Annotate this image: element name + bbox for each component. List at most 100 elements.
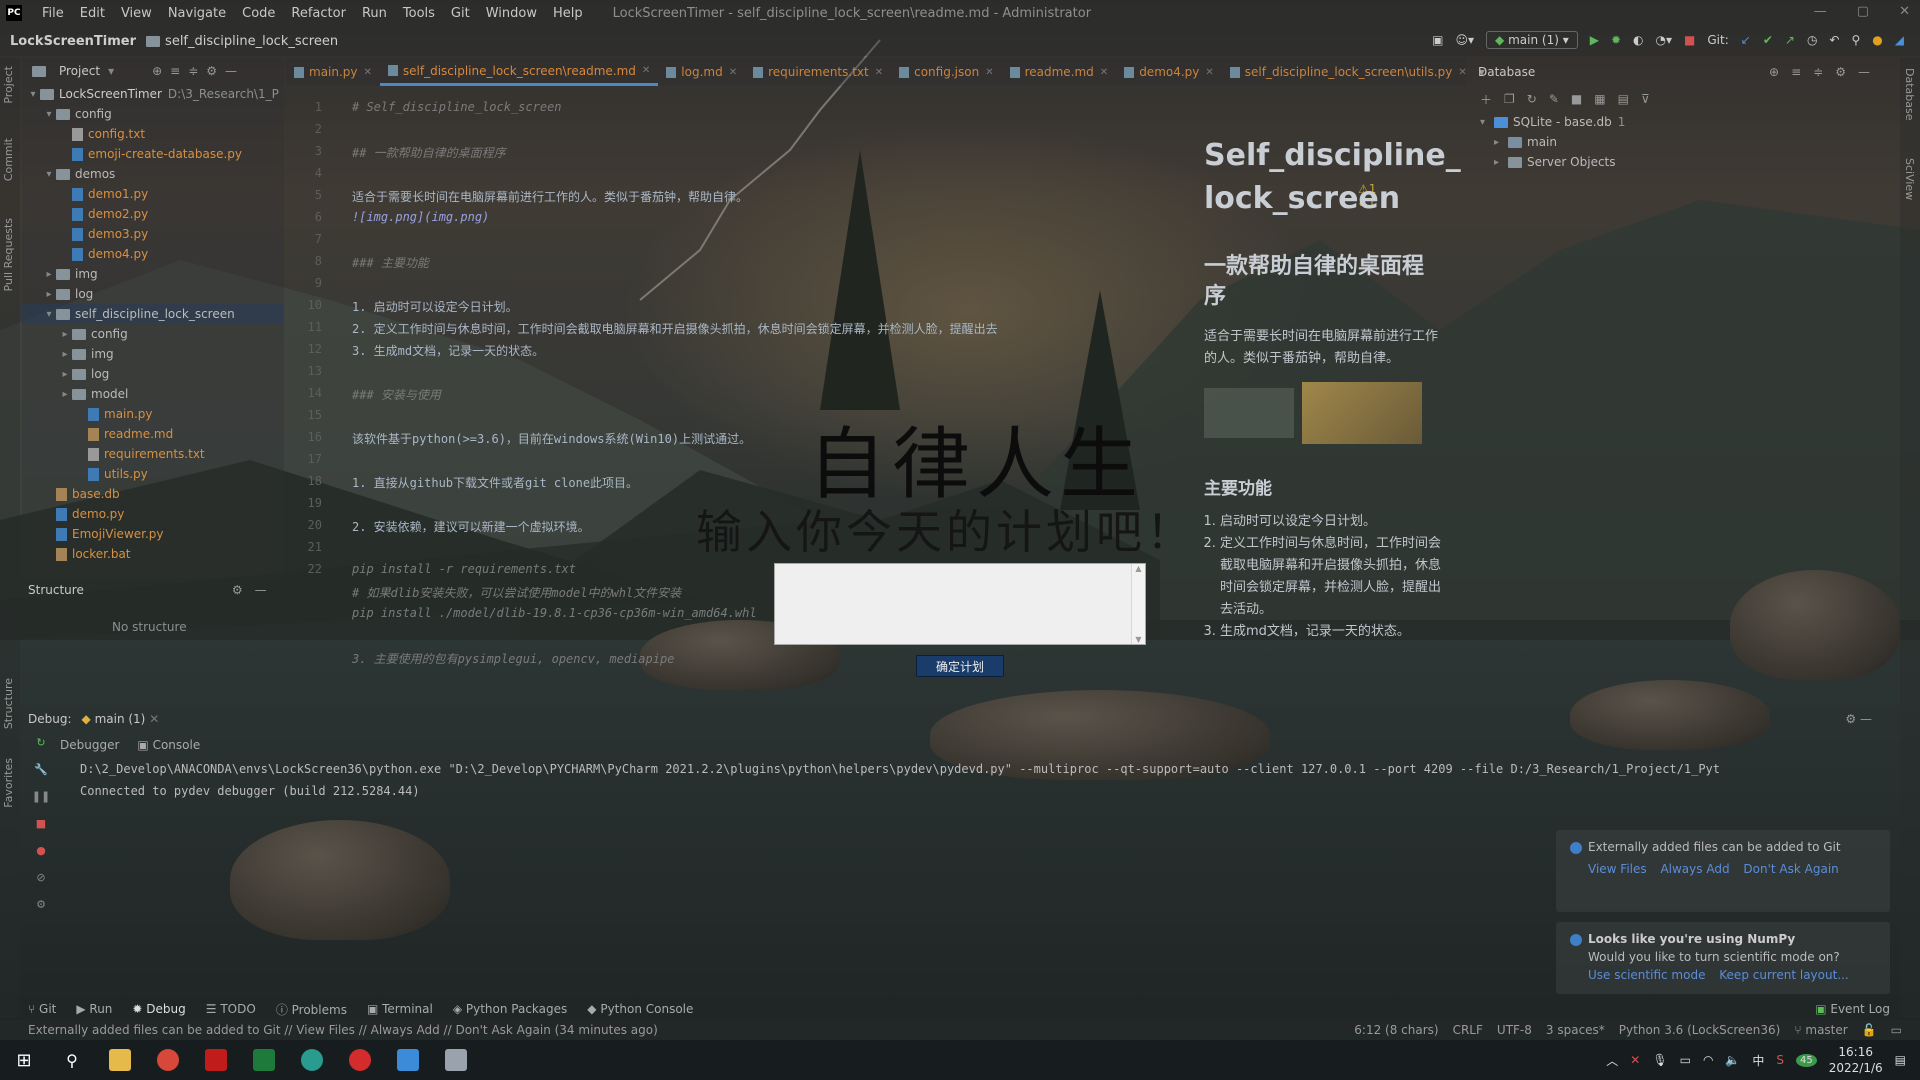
plan-input[interactable]: ▲ ▼ (774, 563, 1146, 645)
close-tab-icon[interactable]: ✕ (1100, 67, 1108, 78)
memory-icon[interactable]: ▭ (1891, 1023, 1902, 1037)
scroll-down-icon[interactable]: ▼ (1135, 635, 1141, 644)
scroll-up-icon[interactable]: ▲ (1135, 564, 1141, 573)
plan-input-scrollbar[interactable]: ▲ ▼ (1131, 564, 1145, 644)
tab-todo[interactable]: ☰ TODO (206, 1002, 256, 1016)
qq-icon[interactable] (384, 1040, 432, 1080)
hide-icon[interactable]: — (225, 64, 237, 78)
editor-tab[interactable]: readme.md ✕ (1002, 58, 1117, 86)
user-icon[interactable]: ☺▾ (1456, 33, 1475, 47)
menu-file[interactable]: File (36, 6, 70, 21)
chrome-icon[interactable] (144, 1040, 192, 1080)
add-icon[interactable]: ＋ (1480, 91, 1492, 108)
tree-item[interactable]: demo4.py (22, 244, 284, 264)
close-tab-icon[interactable]: ✕ (875, 67, 883, 78)
clock[interactable]: 16:16 2022/1/6 (1829, 1044, 1883, 1076)
commit-tool-tab[interactable]: Commit (2, 138, 15, 181)
menu-git[interactable]: Git (445, 6, 476, 21)
tab-debug[interactable]: ✹ Debug (132, 1002, 185, 1016)
history-icon[interactable]: ◷ (1807, 33, 1817, 47)
tab-debugger[interactable]: Debugger (60, 738, 119, 752)
editor-tab[interactable]: demo4.py ✕ (1116, 58, 1222, 86)
tree-item[interactable]: base.db (22, 484, 284, 504)
coverage-icon[interactable]: ◐ (1633, 33, 1643, 47)
editor-tab[interactable]: requirements.txt ✕ (745, 58, 891, 86)
menu-code[interactable]: Code (236, 6, 281, 21)
tree-item[interactable]: ▸ log (22, 364, 284, 384)
refresh-icon[interactable]: ↻ (1527, 92, 1537, 106)
filter-icon[interactable]: ⊽ (1641, 92, 1650, 106)
tab-problems[interactable]: ⓘ Problems (276, 1001, 347, 1018)
close-tab-icon[interactable]: ✕ (1205, 67, 1213, 78)
microphone-icon[interactable]: 🎙 (1652, 1053, 1667, 1067)
file-encoding[interactable]: UTF-8 (1497, 1023, 1532, 1037)
rollback-icon[interactable]: ↶ (1829, 33, 1839, 47)
tab-run[interactable]: ▶ Run (76, 1002, 112, 1016)
tree-item[interactable]: emoji-create-database.py (22, 144, 284, 164)
table-icon[interactable]: ▦ (1594, 92, 1605, 106)
notification-badge[interactable]: 45 (1796, 1053, 1817, 1067)
run-icon[interactable]: ▶ (1590, 33, 1599, 47)
close-tab-icon[interactable]: ✕ (642, 65, 650, 76)
menu-help[interactable]: Help (547, 6, 589, 21)
editor-tab[interactable]: self_discipline_lock_screen\readme.md ✕ (379, 58, 659, 86)
app-window-icon[interactable] (432, 1040, 480, 1080)
collapse-all-icon[interactable]: ≑ (1813, 65, 1823, 79)
tab-python-console[interactable]: ◆ Python Console (587, 1002, 693, 1016)
breadcrumb-project[interactable]: LockScreenTimer (10, 34, 136, 49)
search-icon[interactable]: ⚲ (1851, 33, 1860, 47)
editor-tab[interactable]: self_discipline_lock_screen\utils.py ✕ (1222, 58, 1475, 86)
hide-icon[interactable]: — (255, 583, 267, 597)
tree-item[interactable]: requirements.txt (22, 444, 284, 464)
git-commit-icon[interactable]: ✔ (1763, 33, 1773, 47)
tab-git[interactable]: ⑂ Git (28, 1002, 56, 1016)
rerun-icon[interactable]: ↻ (36, 736, 45, 749)
database-row[interactable]: ▸ main (1468, 132, 1898, 152)
event-log-button[interactable]: ▣ Event Log (1815, 1002, 1890, 1016)
tree-item[interactable]: ▾ config (22, 104, 284, 124)
wifi-icon[interactable]: ◠ (1703, 1053, 1713, 1067)
chevron-right-icon[interactable]: ▸ (1494, 157, 1508, 168)
gear-icon[interactable]: ⚙ — (1845, 712, 1872, 726)
project-panel-title[interactable]: Project (59, 64, 100, 78)
minimize-icon[interactable]: — (1814, 4, 1827, 19)
chevron-down-icon[interactable]: ▾ (108, 64, 114, 78)
tree-root[interactable]: ▾ LockScreenTimer D:\3_Research\1_P (22, 84, 284, 104)
security-icon[interactable]: ✕ (1630, 1053, 1640, 1067)
menu-run[interactable]: Run (356, 6, 393, 21)
browser-icon[interactable] (288, 1040, 336, 1080)
tree-item[interactable]: EmojiViewer.py (22, 524, 284, 544)
chevron-down-icon[interactable]: ▾ (26, 89, 40, 100)
globe-icon[interactable]: ⊕ (1769, 65, 1779, 79)
chevron-right-icon[interactable]: ▸ (58, 369, 72, 380)
menu-tools[interactable]: Tools (397, 6, 441, 21)
tree-item[interactable]: ▸ log (22, 284, 284, 304)
tree-item[interactable]: locker.bat (22, 544, 284, 564)
chevron-up-icon[interactable]: ︿ (1606, 1052, 1618, 1069)
menu-navigate[interactable]: Navigate (162, 6, 232, 21)
tree-item[interactable]: ▾ self_discipline_lock_screen (22, 304, 284, 324)
stop-icon[interactable]: ■ (1684, 33, 1695, 47)
chevron-down-icon[interactable]: ▾ (42, 169, 56, 180)
close-icon[interactable]: ✕ (1899, 4, 1910, 19)
database-row[interactable]: ▸ Server Objects (1468, 152, 1898, 172)
app-red-icon[interactable] (192, 1040, 240, 1080)
file-explorer-icon[interactable] (96, 1040, 144, 1080)
chevron-right-icon[interactable]: ▸ (1494, 137, 1508, 148)
chevron-down-icon[interactable]: ▾ (42, 309, 56, 320)
tree-item[interactable]: demo2.py (22, 204, 284, 224)
tree-item[interactable]: readme.md (22, 424, 284, 444)
tree-item[interactable]: demo.py (22, 504, 284, 524)
sogou-icon[interactable]: S (1776, 1053, 1784, 1067)
expand-all-icon[interactable]: ≡ (170, 64, 180, 78)
breakpoints-icon[interactable]: ● (36, 844, 46, 857)
editor-tab[interactable]: log.md ✕ (658, 58, 745, 86)
menu-refactor[interactable]: Refactor (285, 6, 352, 21)
gear-icon[interactable]: ⚙ (232, 583, 243, 597)
collapse-all-icon[interactable]: ≑ (188, 64, 198, 78)
tab-terminal[interactable]: ▣ Terminal (367, 1002, 433, 1016)
tree-item[interactable]: ▸ img (22, 344, 284, 364)
console-icon[interactable]: ▤ (1618, 92, 1629, 106)
mute-breakpoints-icon[interactable]: ⊘ (36, 871, 45, 884)
editor-tab[interactable]: main.py ✕ (286, 58, 380, 86)
